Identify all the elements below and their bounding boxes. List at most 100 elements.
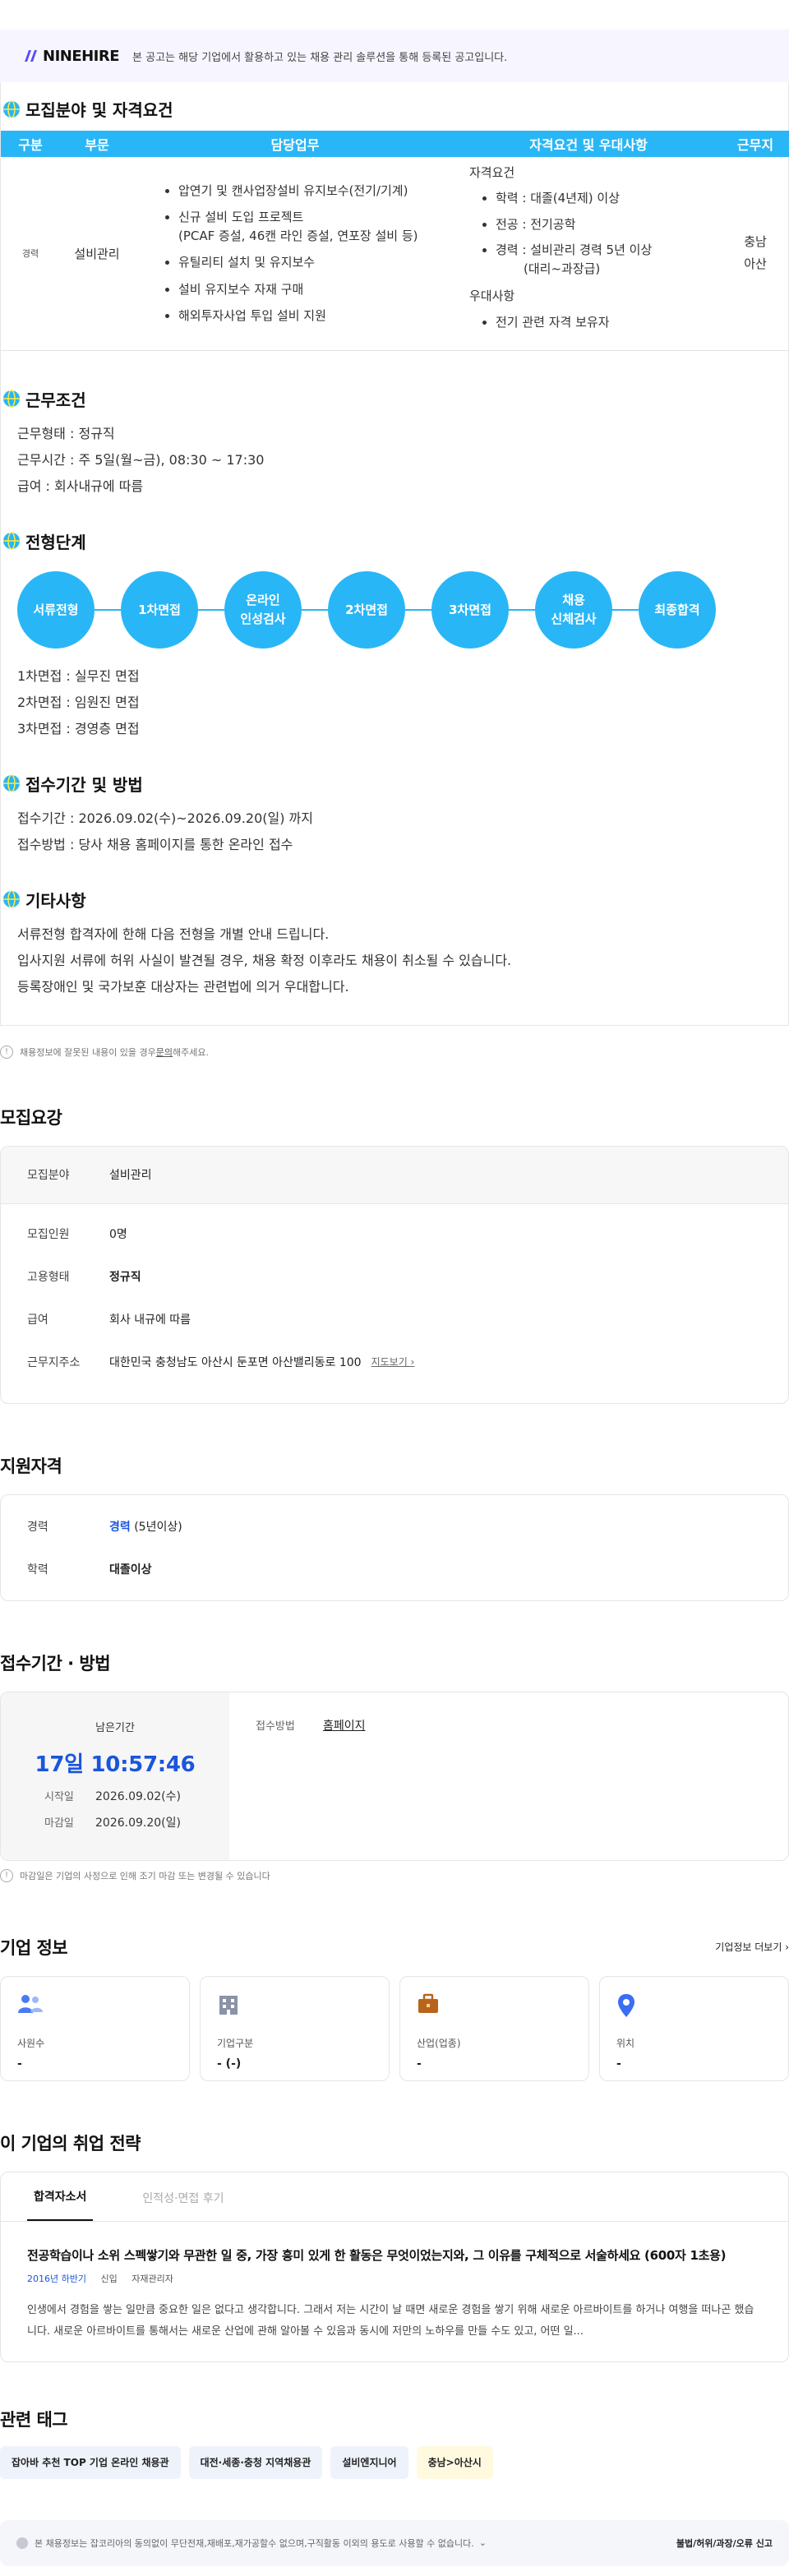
step-connector — [302, 608, 328, 611]
cover-letter-item[interactable]: 전공학습이나 소위 스펙쌓기와 무관한 일 중, 가장 흥미 있게 한 활동은 … — [1, 2222, 788, 2343]
deadline-note-text: 마감일은 기업의 사정으로 인해 조기 마감 또는 변경될 수 있습니다 — [20, 1870, 270, 1881]
company-card-employees: 사원수 - — [0, 1975, 190, 2081]
step-circle: 채용 신체검사 — [535, 570, 612, 649]
card-label: 위치 — [616, 2037, 635, 2049]
step-connector — [612, 608, 639, 611]
pref-item: 전기 관련 자격 보유자 — [496, 313, 721, 332]
card-label: 기업구분 — [217, 2037, 254, 2049]
solution-notice-bar: NINEHIRE 본 공고는 해당 기업에서 활용하고 있는 채용 관리 솔루션… — [0, 30, 789, 82]
cover-letter-meta: 2016년 하반기 신입 자재관리자 — [27, 2272, 762, 2285]
card-value: - — [616, 2057, 621, 2070]
cell-qualifications: 자격요건 학력 : 대졸(4년제) 이상 전공 : 전기공학 경력 : 설비관리… — [456, 157, 721, 351]
card-label: 사원수 — [17, 2037, 45, 2049]
card-value: - — [17, 2057, 22, 2070]
page: NINEHIRE 본 공고는 해당 기업에서 활용하고 있는 채용 관리 솔루션… — [0, 30, 789, 2576]
th-duties: 담당업무 — [134, 131, 456, 157]
step-circle: 1차면접 — [121, 570, 198, 649]
homepage-link[interactable]: 홈페이지 — [323, 1717, 366, 1860]
duty-item: 압연기 및 캔사업장설비 유지보수(전기/기계) — [178, 182, 456, 201]
company-header: 기업 정보 기업정보 더보기 › — [0, 1935, 789, 1960]
count-label: 모집인원 — [27, 1227, 70, 1241]
pay-value: 회사 내규에 따름 — [109, 1313, 191, 1327]
requirements-table: 구분 부문 담당업무 자격요건 및 우대사항 근무지 경력 설비관리 압연기 및… — [1, 131, 789, 351]
ninehire-mark-icon — [25, 50, 37, 62]
apply-line: 접수기간 : 2026.09.02(수)~2026.09.20(일) 까지 — [17, 810, 314, 826]
section-title-recruit: 모집분야 및 자격요건 — [1, 82, 788, 131]
duty-item: 설비 유지보수 자재 구매 — [178, 280, 456, 299]
globe-icon — [3, 890, 20, 908]
tag-item[interactable]: 설비엔지니어 — [330, 2445, 408, 2479]
tag-item[interactable]: 충남>아산시 — [416, 2445, 493, 2479]
chevron-down-icon[interactable]: ⌄ — [479, 2537, 487, 2548]
location-pin-icon — [618, 1993, 634, 2017]
start-row: 시작일 2026.09.02(수) — [1, 1788, 229, 1804]
question-text: 전공학습이나 소위 스펙쌓기와 무관한 일 중, 가장 흥미 있게 한 활동은 … — [27, 2247, 727, 2263]
deadline-note: ! 마감일은 기업의 사정으로 인해 조기 마감 또는 변경될 수 있습니다 — [0, 1861, 789, 1882]
summary-title: 모집요강 — [0, 1107, 62, 1128]
people-icon — [18, 1994, 43, 2013]
company-card-industry: 산업(업종) - — [399, 1975, 589, 2081]
qualification-card: 경력 경력 (5년이상) 학력 대졸이상 — [0, 1493, 789, 1601]
step-connector — [509, 608, 535, 611]
step-connector — [95, 608, 121, 611]
remaining-time-panel: 남은기간 17일 10:57:46 시작일 2026.09.02(수) 마감일 20… — [1, 1692, 229, 1860]
th-dept: 부문 — [60, 131, 134, 157]
duty-item: 유틸리티 설치 및 유지보수 — [178, 253, 456, 272]
building-icon — [219, 1995, 238, 2015]
apply-line: 접수방법 : 당사 채용 홈페이지를 통한 온라인 접수 — [17, 836, 293, 852]
meta-role: 자재관리자 — [132, 2273, 173, 2284]
card-value: - — [417, 2057, 422, 2070]
globe-icon — [3, 390, 20, 408]
card-label: 산업(업종) — [417, 2037, 461, 2049]
globe-icon — [3, 532, 20, 550]
tab-interview-review[interactable]: 인적성·면접 후기 — [142, 2190, 224, 2221]
company-card-type: 기업구분 - (-) — [200, 1975, 390, 2081]
hiring-steps: 서류전형 1차면접 온라인 인성검사 2차면접 3차면접 채용 신체검사 최종합… — [1, 563, 788, 657]
employment-type-link[interactable]: 정규직 — [109, 1268, 141, 1285]
tag-item[interactable]: 대전·세종·충청 지역채용관 — [188, 2445, 323, 2479]
remain-label: 남은기간 — [95, 1721, 135, 1734]
pref-label: 우대사항 — [469, 289, 515, 304]
report-link[interactable]: 불법/허위/과장/오류 신고 — [676, 2537, 773, 2550]
report-text: 채용정보에 잘못된 내용이 있을 경우 — [20, 1046, 156, 1058]
work-conditions: 근무형태 : 정규직 근무시간 : 주 5일(월~금), 08:30 ~ 17:… — [1, 421, 788, 500]
table-row: 경력 설비관리 압연기 및 캔사업장설비 유지보수(전기/기계) 신규 설비 도… — [1, 157, 789, 351]
section-title-etc: 기타사항 — [1, 858, 788, 921]
apply-info: 접수기간 : 2026.09.02(수)~2026.09.20(일) 까지 접수… — [1, 806, 788, 858]
addr-value: 대한민국 충청남도 아산시 둔포면 아산밸리동로 100 — [109, 1355, 362, 1369]
company-info-cards: 사원수 - 기업구분 - (-) 산업(업종) - 위치 - — [0, 1975, 789, 2081]
qual-label: 자격요건 — [469, 165, 515, 180]
tab-cover-letter[interactable]: 합격자소서 — [27, 2188, 94, 2221]
info-icon — [16, 2537, 28, 2549]
field-value: 설비관리 — [109, 1169, 152, 1183]
qual-row: 학력 대졸이상 — [1, 1548, 788, 1590]
duty-item-detail: (PCAF 증설, 46캔 라인 증설, 연포장 설비 등) — [178, 228, 418, 243]
cell-location: 충남 아산 — [721, 157, 789, 351]
interview-line: 1차면접 : 실무진 면접 — [17, 667, 140, 684]
th-qualifications: 자격요건 및 우대사항 — [456, 131, 721, 157]
etc-line: 등록장애인 및 국가보훈 대상자는 관련법에 의거 우대합니다. — [17, 978, 349, 995]
etc-line: 입사지원 서류에 허위 사실이 발견될 경우, 채용 확정 이후라도 채용이 취… — [17, 952, 512, 968]
cell-category: 경력 — [1, 157, 60, 351]
section-title-work: 근무조건 — [1, 351, 788, 421]
map-link[interactable]: 지도보기 › — [371, 1355, 415, 1369]
strategy-title: 이 기업의 취업 전략 — [0, 2133, 141, 2154]
company-more-link[interactable]: 기업정보 더보기 › — [715, 1940, 789, 1954]
end-label: 마감일 — [44, 1817, 74, 1830]
meta-type: 신입 — [100, 2273, 118, 2284]
report-text: 해주세요. — [173, 1046, 210, 1058]
related-tags: 잡아바 추천 TOP 기업 온라인 채용관 대전·세종·충청 지역채용관 설비엔… — [0, 2445, 789, 2479]
career-link[interactable]: 경력 — [109, 1521, 131, 1534]
inquiry-link[interactable]: 문의 — [156, 1046, 173, 1059]
career-extra: (5년이상) — [134, 1520, 182, 1534]
step-circle: 최종합격 — [639, 570, 716, 649]
company-title: 기업 정보 — [0, 1937, 68, 1958]
tag-item[interactable]: 잡아바 추천 TOP 기업 온라인 채용관 — [0, 2445, 181, 2479]
work-line: 근무형태 : 정규직 — [17, 425, 115, 441]
qual-sub: (대리~과장급) — [524, 261, 601, 276]
qualification-title: 지원자격 — [0, 1456, 62, 1476]
th-category: 구분 — [1, 131, 60, 157]
section-title-apply: 접수기간 및 방법 — [1, 742, 788, 806]
count-value: 0명 — [109, 1227, 127, 1241]
edu-link[interactable]: 대졸이상 — [109, 1561, 152, 1577]
